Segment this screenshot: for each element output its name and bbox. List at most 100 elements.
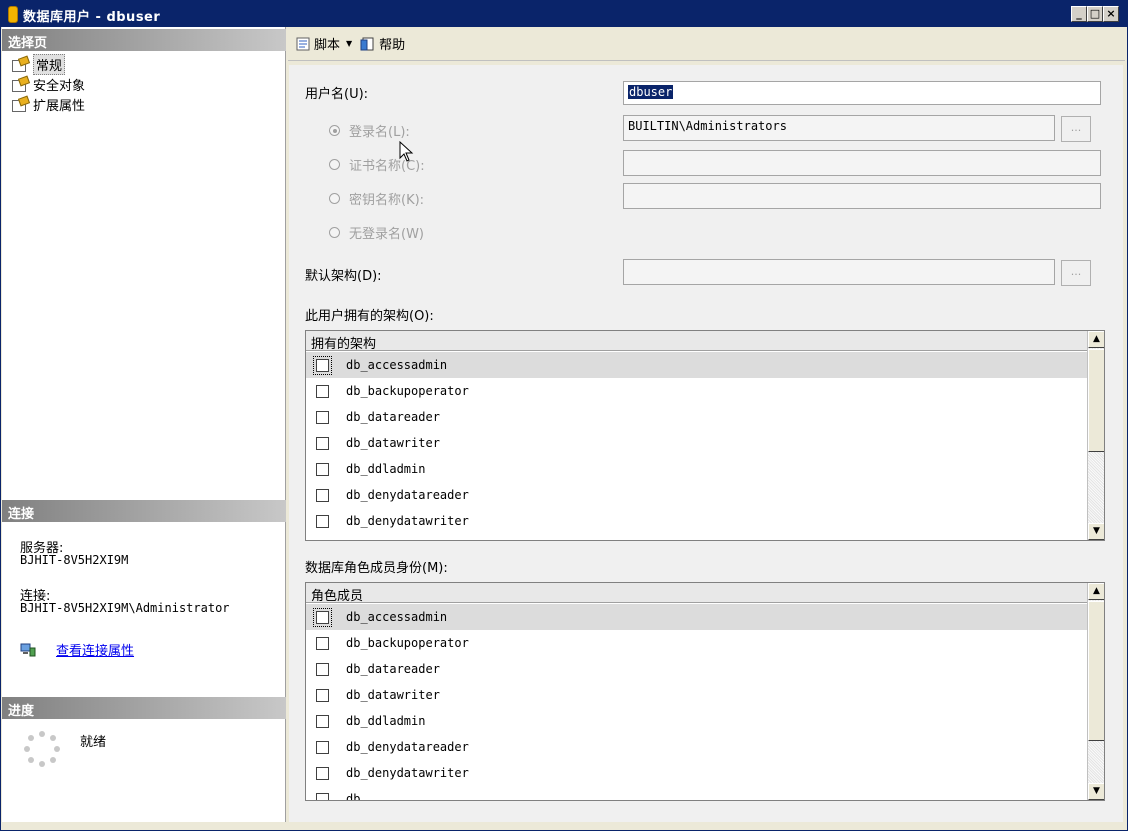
connection-value: BJHIT-8V5H2XI9M\Administrator	[20, 601, 230, 615]
key-name-label: 密钥名称(K):	[349, 193, 425, 208]
role-name: db_datareader	[346, 662, 440, 676]
certificate-name-radio[interactable]	[329, 159, 340, 170]
table-row[interactable]: db_denydatareader	[306, 482, 1087, 508]
scroll-down-icon[interactable]: ▼	[1088, 523, 1104, 540]
key-name-radio[interactable]	[329, 193, 340, 204]
page-properties-icon	[12, 97, 28, 112]
window-title: 数据库用户 - dbuser	[23, 10, 161, 25]
owned-schemas-scrollbar[interactable]: ▲ ▼	[1087, 331, 1104, 540]
page-item-label: 常规	[33, 53, 66, 75]
username-value: dbuser	[628, 85, 674, 99]
page-item-extended-properties[interactable]: 扩展属性	[12, 95, 85, 114]
page-item-label: 安全对象	[33, 78, 86, 94]
scroll-thumb[interactable]	[1088, 601, 1104, 741]
table-row[interactable]: db_denydatawriter	[306, 760, 1087, 786]
default-schema-browse-button[interactable]: ...	[1061, 260, 1091, 286]
checkbox[interactable]	[316, 662, 329, 676]
server-value: BJHIT-8V5H2XI9M	[20, 553, 129, 567]
certificate-name-input[interactable]	[623, 150, 1101, 176]
table-row[interactable]: db_datareader	[306, 656, 1087, 682]
table-row[interactable]: db_datareader	[306, 404, 1087, 430]
table-row[interactable]: db_ddladmin	[306, 708, 1087, 734]
checkbox[interactable]	[313, 607, 332, 627]
login-name-label: 登录名(L):	[349, 125, 410, 140]
scroll-up-icon[interactable]: ▲	[1088, 331, 1104, 348]
login-name-radio[interactable]	[329, 125, 340, 136]
checkbox[interactable]	[316, 384, 329, 398]
role-name: db_datawriter	[346, 688, 440, 702]
role-name: db	[346, 792, 361, 801]
no-login-radio[interactable]	[329, 227, 340, 238]
checkbox[interactable]	[316, 462, 329, 476]
database-icon	[8, 6, 18, 23]
role-membership-label: 数据库角色成员身份(M):	[305, 561, 448, 576]
role-members-scrollbar[interactable]: ▲ ▼	[1087, 583, 1104, 800]
login-name-input[interactable]: BUILTIN\Administrators	[623, 115, 1055, 141]
table-row[interactable]: db_backupoperator	[306, 378, 1087, 404]
close-button[interactable]: ×	[1103, 6, 1119, 22]
table-row[interactable]: db_backupoperator	[306, 630, 1087, 656]
table-row[interactable]: db_accessadmin	[306, 604, 1087, 630]
help-button[interactable]: 帮助	[356, 32, 409, 56]
username-label: 用户名(U):	[305, 87, 369, 102]
connection-properties-icon	[20, 643, 36, 657]
checkbox[interactable]	[316, 636, 329, 650]
page-properties-icon	[12, 77, 28, 92]
chevron-down-icon: ▼	[346, 39, 353, 48]
minimize-button[interactable]: _	[1071, 6, 1087, 22]
default-schema-input[interactable]	[623, 259, 1055, 285]
checkbox[interactable]	[316, 792, 329, 800]
checkbox[interactable]	[316, 410, 329, 424]
page-item-general[interactable]: 常规	[12, 53, 66, 75]
script-icon	[295, 36, 311, 52]
connection-header: 连接	[2, 500, 286, 522]
checkbox[interactable]	[313, 355, 332, 375]
role-name: db_backupoperator	[346, 636, 469, 650]
checkbox[interactable]	[316, 514, 329, 528]
default-schema-label: 默认架构(D):	[305, 269, 382, 284]
script-button[interactable]: 脚本 ▼	[291, 32, 356, 56]
progress-area: 就绪	[2, 719, 286, 819]
role-members-grid: 角色成员 db_accessadmin db_backupoperator db…	[305, 582, 1105, 801]
page-item-securables[interactable]: 安全对象	[12, 75, 86, 94]
checkbox[interactable]	[316, 488, 329, 502]
table-row[interactable]: db_datawriter	[306, 682, 1087, 708]
table-row[interactable]: db_accessadmin	[306, 352, 1087, 378]
checkbox[interactable]	[316, 688, 329, 702]
table-row[interactable]: db_denydatawriter	[306, 508, 1087, 534]
help-icon	[360, 36, 376, 52]
role-name: db_denydatawriter	[346, 766, 469, 780]
scroll-up-icon[interactable]: ▲	[1088, 583, 1104, 600]
maximize-button[interactable]: □	[1087, 6, 1103, 22]
toolbar: 脚本 ▼ 帮助	[288, 27, 1125, 61]
table-row[interactable]: db_datawriter	[306, 430, 1087, 456]
role-name: db_ddladmin	[346, 714, 426, 728]
schema-name: db_denydatareader	[346, 488, 469, 502]
table-row[interactable]: db_denydatareader	[306, 734, 1087, 760]
role-name: db_denydatareader	[346, 740, 469, 754]
schema-name: db_backupoperator	[346, 384, 469, 398]
role-members-header: 角色成员	[306, 583, 1087, 604]
checkbox[interactable]	[316, 714, 329, 728]
scroll-down-icon[interactable]: ▼	[1088, 783, 1104, 800]
checkbox[interactable]	[316, 436, 329, 450]
general-page-content: 用户名(U): dbuser 登录名(L): BUILTIN\Administr…	[289, 65, 1123, 822]
schema-name: db_ddladmin	[346, 462, 426, 476]
left-pane: 选择页 常规 安全对象 扩展属性 连接 服务器: BJHIT-8V5H2XI9M…	[2, 27, 286, 822]
login-name-browse-button[interactable]: ...	[1061, 116, 1091, 142]
help-label: 帮助	[379, 38, 406, 53]
key-name-input[interactable]	[623, 183, 1101, 209]
schema-name: db_datawriter	[346, 436, 440, 450]
checkbox[interactable]	[316, 740, 329, 754]
checkbox[interactable]	[316, 766, 329, 780]
table-row[interactable]: db	[306, 786, 1087, 801]
page-properties-icon	[12, 57, 28, 72]
table-row[interactable]: db_ddladmin	[306, 456, 1087, 482]
view-connection-properties[interactable]: 查看连接属性	[20, 640, 134, 659]
script-label: 脚本	[314, 38, 341, 53]
username-input[interactable]: dbuser	[623, 81, 1101, 105]
role-name: db_accessadmin	[346, 610, 448, 624]
owned-schemas-grid: 拥有的架构 db_accessadmin db_backupoperator d…	[305, 330, 1105, 541]
scroll-thumb[interactable]	[1088, 349, 1104, 452]
view-connection-link[interactable]: 查看连接属性	[56, 640, 134, 659]
